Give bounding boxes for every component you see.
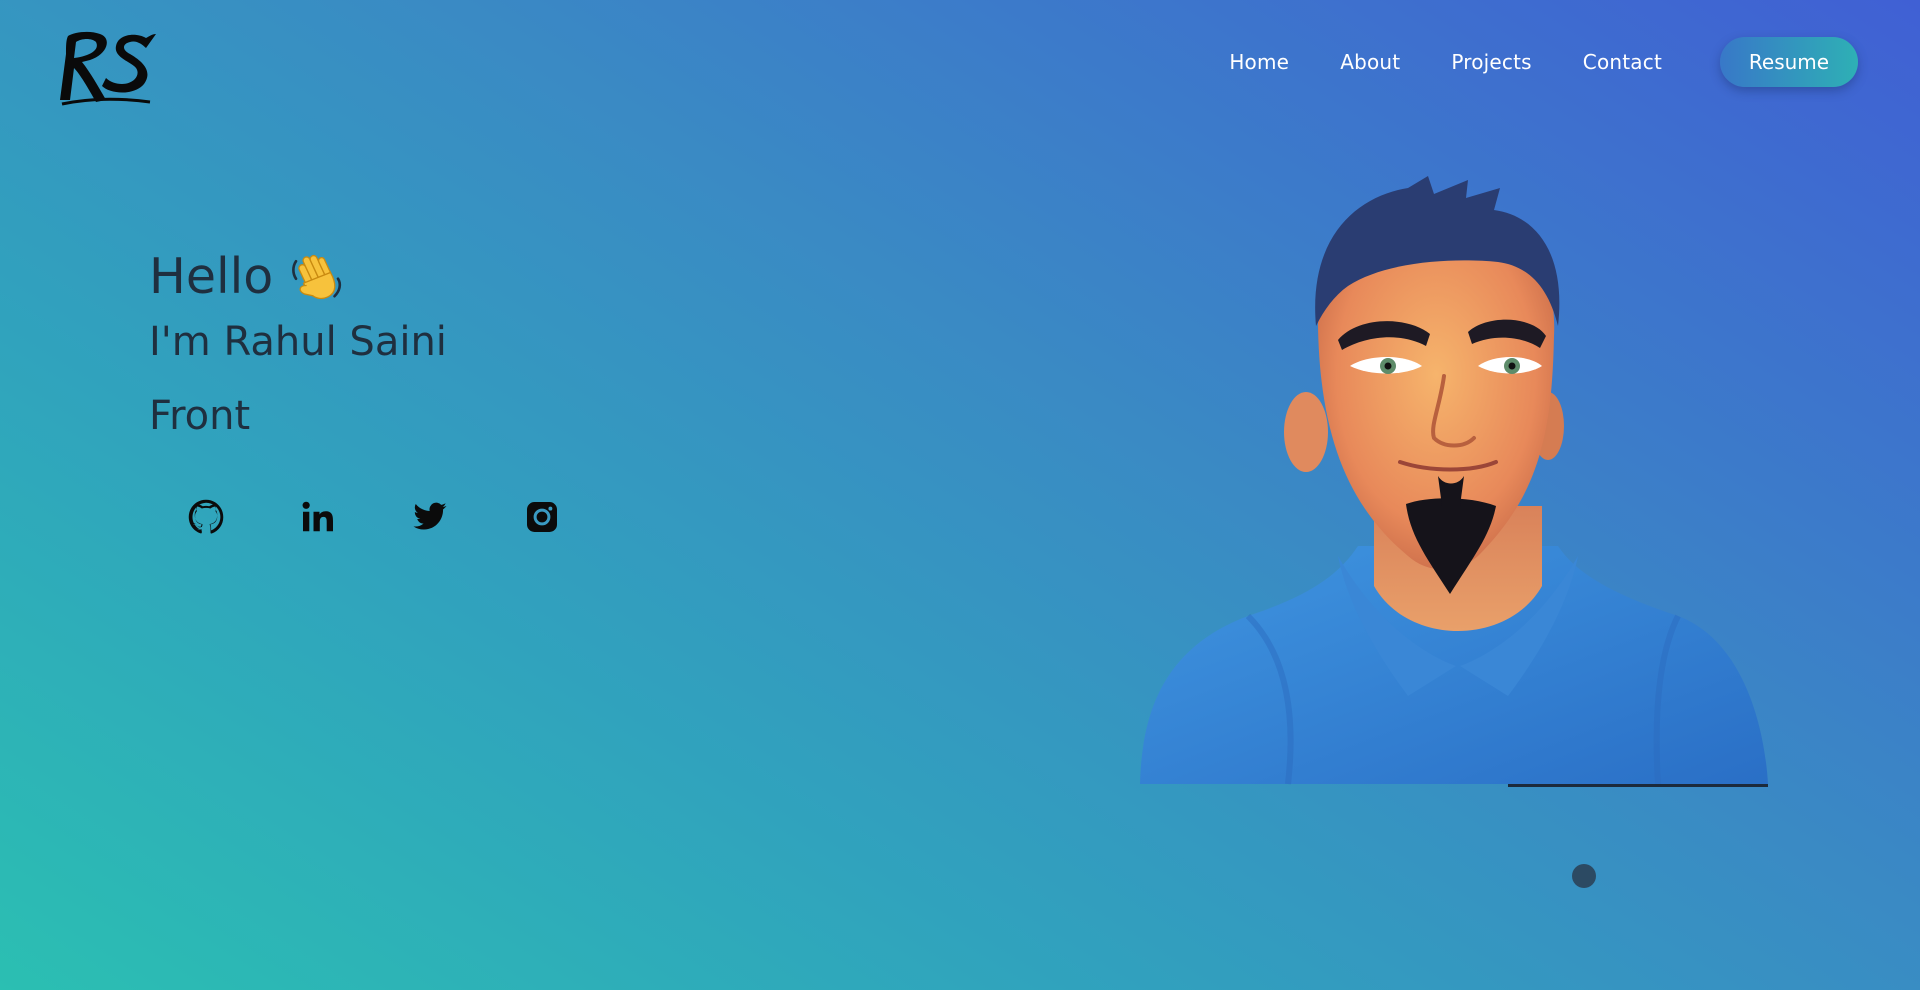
linkedin-icon [302,501,333,532]
hero-intro: Hello I'm Rahul Saini Front [149,242,447,444]
greeting-text: Hello [149,248,274,305]
nav-home[interactable]: Home [1229,50,1289,74]
social-links [183,494,631,540]
rs-logo-icon [60,31,156,106]
avatar-portrait [1138,176,1770,788]
twitter-link[interactable] [407,494,453,540]
nav-projects[interactable]: Projects [1451,50,1531,74]
instagram-link[interactable] [519,494,565,540]
greeting-line: Hello [149,242,447,312]
nav-contact[interactable]: Contact [1583,50,1662,74]
name-line: I'm Rahul Saini [149,319,447,365]
instagram-icon [527,502,557,532]
main-nav: Home About Projects Contact Resume [1229,36,1858,88]
github-link[interactable] [183,494,229,540]
linkedin-link[interactable] [295,494,341,540]
cartoon-avatar-portrait [1140,176,1768,785]
avatar-underline [1508,784,1768,787]
github-icon [188,499,224,534]
site-logo[interactable] [60,24,160,108]
scroll-indicator-dot[interactable] [1572,864,1596,888]
waving-hand-icon [289,249,345,305]
role-typewriter-text: Front [149,393,251,439]
twitter-icon [413,502,447,530]
resume-button[interactable]: Resume [1720,37,1858,87]
nav-about[interactable]: About [1340,50,1400,74]
